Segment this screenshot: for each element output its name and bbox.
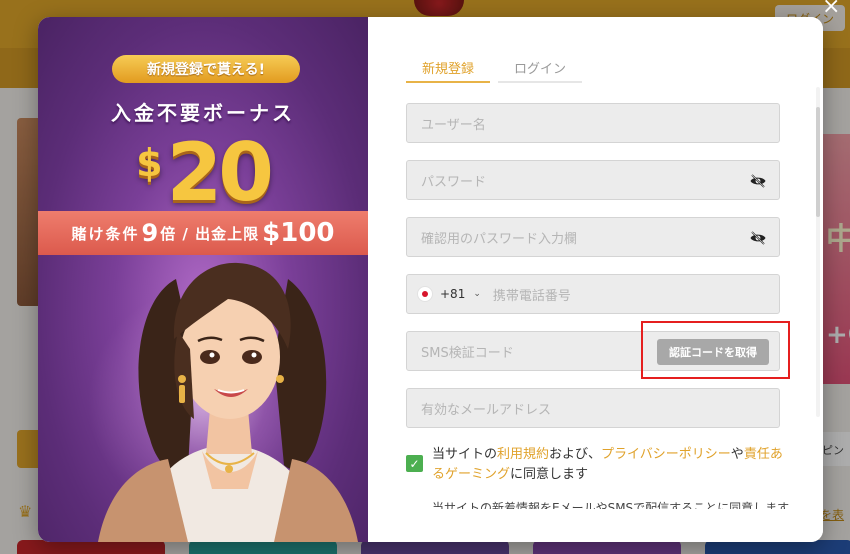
registration-form: 新規登録 ログイン ユーザー名 パスワード 確認用のパスワード入力欄 +81 ⌄… <box>368 17 823 542</box>
email-field[interactable]: 有効なメールアドレス <box>406 388 780 428</box>
newsletter-consent-text: 当サイトの新着情報をEメールやSMSで配信することに同意します <box>432 501 790 509</box>
registration-modal: 新規登録で貰える! 入金不要ボーナス $20 賭け条件 9 倍 / 出金上限 $… <box>38 17 823 542</box>
terms-text-part: や <box>730 447 744 462</box>
username-placeholder: ユーザー名 <box>421 117 486 133</box>
promo-badge: 新規登録で貰える! <box>112 55 300 83</box>
email-placeholder: 有効なメールアドレス <box>421 402 552 418</box>
highlight-box <box>641 321 790 379</box>
sms-code-placeholder: SMS検証コード <box>421 345 514 361</box>
phone-placeholder: 携帯電話番号 <box>492 288 571 304</box>
promo-panel: 新規登録で貰える! 入金不要ボーナス $20 賭け条件 9 倍 / 出金上限 $… <box>38 17 368 542</box>
promo-amount-value: 20 <box>166 126 274 219</box>
terms-text-part: 当サイトの <box>432 447 498 462</box>
eye-slash-icon[interactable] <box>749 229 767 247</box>
terms-text: 当サイトの利用規約および、プライバシーポリシーや責任あるゲーミングに同意します <box>432 445 786 485</box>
password-field[interactable]: パスワード <box>406 160 780 200</box>
close-icon[interactable]: × <box>822 0 840 18</box>
terms-of-use-link[interactable]: 利用規約 <box>497 447 549 462</box>
tab-register[interactable]: 新規登録 <box>406 53 490 83</box>
terms-checkbox[interactable]: ✓ <box>406 455 423 472</box>
scrollbar-thumb[interactable] <box>816 107 820 217</box>
confirm-password-placeholder: 確認用のパスワード入力欄 <box>421 231 578 247</box>
terms-agreement: ✓ 当サイトの利用規約および、プライバシーポリシーや責任あるゲーミングに同意しま… <box>406 445 786 485</box>
japan-flag-icon[interactable] <box>417 286 433 302</box>
eye-slash-icon[interactable] <box>749 172 767 190</box>
terms-text-part: に同意します <box>510 467 589 482</box>
promo-character-illustration <box>98 262 358 542</box>
privacy-policy-link[interactable]: プライバシーポリシー <box>601 447 731 462</box>
tab-login[interactable]: ログイン <box>498 53 582 83</box>
password-placeholder: パスワード <box>421 174 487 190</box>
phone-field[interactable]: +81 ⌄ 携帯電話番号 <box>406 274 780 314</box>
confirm-password-field[interactable]: 確認用のパスワード入力欄 <box>406 217 780 257</box>
country-code[interactable]: +81 <box>440 287 465 301</box>
terms-text-part: および、 <box>549 447 602 462</box>
promo-amount-currency: $ <box>136 141 163 185</box>
auth-tabs: 新規登録 ログイン <box>406 53 582 83</box>
username-field[interactable]: ユーザー名 <box>406 103 780 143</box>
chevron-down-icon[interactable]: ⌄ <box>473 289 481 299</box>
